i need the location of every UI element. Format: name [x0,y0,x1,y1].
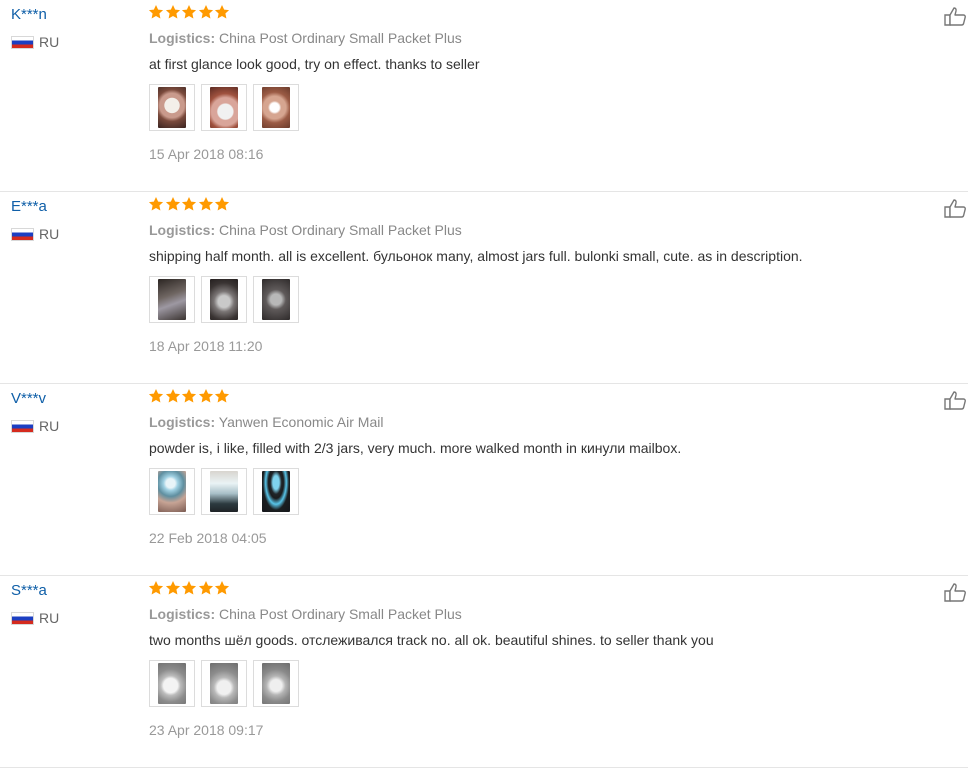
review-photo-thumbnail[interactable] [149,468,195,515]
star-rating [148,388,231,408]
thumbs-up-icon[interactable] [944,6,968,26]
logistics-info: Logistics: China Post Ordinary Small Pac… [149,30,462,46]
review-date: 15 Apr 2018 08:16 [149,146,264,162]
review-text: powder is, i like, filled with 2/3 jars,… [149,440,682,456]
review-item: V***v RU Logistics: Yanwen Economic Air … [0,384,968,576]
review-photos [149,660,305,707]
logistics-info: Logistics: Yanwen Economic Air Mail [149,414,383,430]
star-icon [198,5,213,19]
reviewer-name[interactable]: S***a [11,582,47,599]
review-photo-thumbnail[interactable] [149,660,195,707]
logistics-info: Logistics: China Post Ordinary Small Pac… [149,222,462,238]
thumbs-up-icon[interactable] [944,582,968,602]
review-photos [149,468,305,515]
star-icon [148,197,164,211]
reviewer-country: RU [11,226,59,242]
review-text: shipping half month. all is excellent. б… [149,248,803,264]
star-icon [214,389,230,403]
country-code: RU [39,34,60,50]
review-date: 23 Apr 2018 09:17 [149,722,264,738]
review-text: at first glance look good, try on effect… [149,56,480,72]
star-icon [165,581,180,595]
review-text: two months шёл goods. отслеживался track… [149,632,714,648]
star-icon [181,197,197,211]
logistics-label: Logistics: [149,222,216,238]
thumbs-up-icon[interactable] [944,390,968,410]
reviewer-name[interactable]: V***v [11,390,46,407]
star-rating [148,580,231,600]
review-item: E***a RU Logistics: China Post Ordinary … [0,192,968,384]
star-icon [198,197,213,211]
review-item: S***a RU Logistics: China Post Ordinary … [0,576,968,768]
review-photo-thumbnail[interactable] [253,660,299,707]
review-date: 18 Apr 2018 11:20 [149,338,263,354]
star-icon [165,197,180,211]
reviewer-name[interactable]: E***a [11,198,47,215]
review-photo-thumbnail[interactable] [201,468,247,515]
star-icon [214,197,230,211]
star-icon [214,581,230,595]
review-photo-thumbnail[interactable] [149,84,195,131]
review-photo-thumbnail[interactable] [253,84,299,131]
logistics-method: China Post Ordinary Small Packet Plus [219,606,462,622]
reviewer-country: RU [11,34,59,50]
logistics-method: Yanwen Economic Air Mail [218,414,384,430]
star-icon [165,5,180,19]
review-photos [149,276,305,323]
star-icon [198,389,213,403]
star-icon [148,581,164,595]
russia-flag-icon [11,35,34,49]
logistics-info: Logistics: China Post Ordinary Small Pac… [149,606,462,622]
reviewer-country: RU [11,418,59,434]
reviewer-country: RU [11,610,59,626]
star-rating [148,196,231,216]
review-date: 22 Feb 2018 04:05 [149,530,267,546]
star-icon [165,389,180,403]
review-photo-thumbnail[interactable] [149,276,195,323]
country-code: RU [39,610,60,626]
review-photo-thumbnail[interactable] [201,84,247,131]
review-photo-thumbnail[interactable] [253,276,299,323]
star-icon [181,581,197,595]
russia-flag-icon [11,419,34,433]
country-code: RU [39,226,60,242]
logistics-label: Logistics: [149,30,216,46]
russia-flag-icon [11,611,34,625]
logistics-method: China Post Ordinary Small Packet Plus [219,222,462,238]
logistics-label: Logistics: [149,414,216,430]
russia-flag-icon [11,227,34,241]
logistics-label: Logistics: [149,606,216,622]
review-photos [149,84,305,131]
star-icon [148,5,164,19]
reviewer-name[interactable]: K***n [11,6,47,23]
star-icon [214,5,230,19]
star-icon [181,389,197,403]
star-icon [181,5,197,19]
star-rating [148,4,231,24]
star-icon [148,389,164,403]
review-item: K***n RU Logistics: China Post Ordinary … [0,0,968,192]
review-photo-thumbnail[interactable] [253,468,299,515]
thumbs-up-icon[interactable] [944,198,968,218]
star-icon [198,581,213,595]
review-photo-thumbnail[interactable] [201,276,247,323]
logistics-method: China Post Ordinary Small Packet Plus [219,30,462,46]
country-code: RU [39,418,60,434]
review-photo-thumbnail[interactable] [201,660,247,707]
